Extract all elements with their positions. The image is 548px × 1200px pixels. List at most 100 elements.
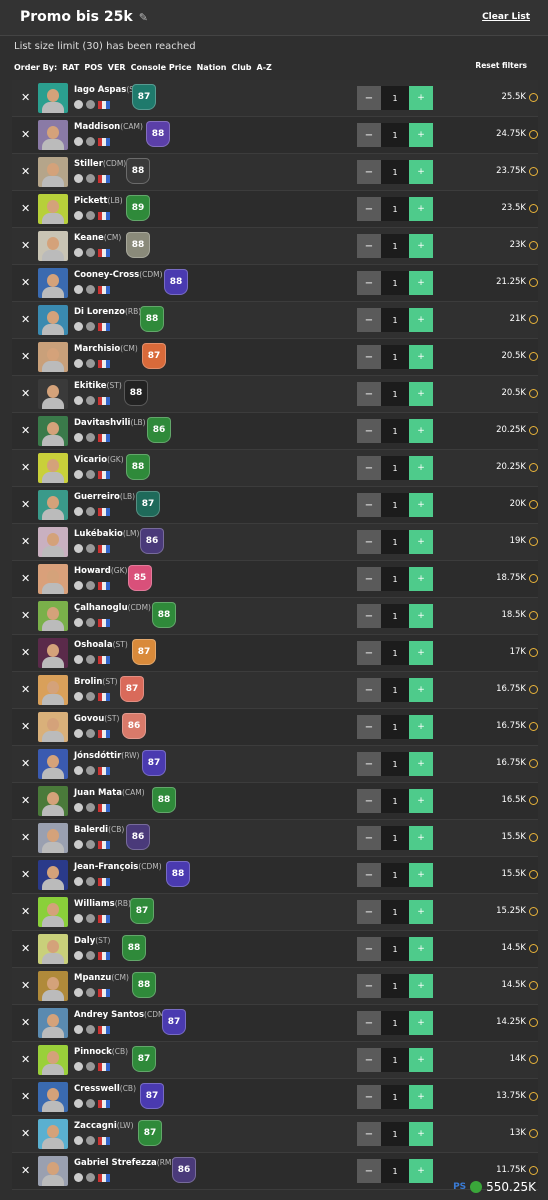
remove-icon[interactable]: ✕ [21, 313, 30, 326]
decrease-button[interactable]: − [357, 123, 381, 147]
increase-button[interactable]: + [409, 234, 433, 258]
player-card[interactable]: 88 [152, 787, 176, 813]
decrease-button[interactable]: − [357, 604, 381, 628]
decrease-button[interactable]: − [357, 863, 381, 887]
order-pos[interactable]: POS [84, 63, 102, 72]
increase-button[interactable]: + [409, 382, 433, 406]
player-card[interactable]: 87 [142, 343, 166, 369]
player-card[interactable]: 87 [162, 1009, 186, 1035]
order-az[interactable]: A-Z [257, 63, 272, 72]
order-rat[interactable]: RAT [62, 63, 79, 72]
remove-icon[interactable]: ✕ [21, 498, 30, 511]
remove-icon[interactable]: ✕ [21, 757, 30, 770]
decrease-button[interactable]: − [357, 308, 381, 332]
player-card[interactable]: 87 [142, 750, 166, 776]
player-card[interactable]: 86 [172, 1157, 196, 1183]
player-card[interactable]: 87 [132, 639, 156, 665]
decrease-button[interactable]: − [357, 382, 381, 406]
increase-button[interactable]: + [409, 271, 433, 295]
player-card[interactable]: 88 [146, 121, 170, 147]
remove-icon[interactable]: ✕ [21, 239, 30, 252]
remove-icon[interactable]: ✕ [21, 1090, 30, 1103]
remove-icon[interactable]: ✕ [21, 942, 30, 955]
decrease-button[interactable]: − [357, 641, 381, 665]
remove-icon[interactable]: ✕ [21, 979, 30, 992]
remove-icon[interactable]: ✕ [21, 276, 30, 289]
increase-button[interactable]: + [409, 197, 433, 221]
increase-button[interactable]: + [409, 826, 433, 850]
decrease-button[interactable]: − [357, 1122, 381, 1146]
increase-button[interactable]: + [409, 752, 433, 776]
remove-icon[interactable]: ✕ [21, 387, 30, 400]
player-card[interactable]: 88 [126, 454, 150, 480]
remove-icon[interactable]: ✕ [21, 572, 30, 585]
player-card[interactable]: 87 [132, 84, 156, 110]
increase-button[interactable]: + [409, 345, 433, 369]
decrease-button[interactable]: − [357, 345, 381, 369]
remove-icon[interactable]: ✕ [21, 165, 30, 178]
decrease-button[interactable]: − [357, 86, 381, 110]
remove-icon[interactable]: ✕ [21, 535, 30, 548]
player-card[interactable]: 88 [140, 306, 164, 332]
increase-button[interactable]: + [409, 456, 433, 480]
increase-button[interactable]: + [409, 1085, 433, 1109]
increase-button[interactable]: + [409, 493, 433, 517]
decrease-button[interactable]: − [357, 197, 381, 221]
increase-button[interactable]: + [409, 1122, 433, 1146]
player-card[interactable]: 86 [140, 528, 164, 554]
order-console-price[interactable]: Console Price [131, 63, 192, 72]
decrease-button[interactable]: − [357, 493, 381, 517]
player-card[interactable]: 87 [140, 1083, 164, 1109]
decrease-button[interactable]: − [357, 1011, 381, 1035]
decrease-button[interactable]: − [357, 937, 381, 961]
decrease-button[interactable]: − [357, 1048, 381, 1072]
remove-icon[interactable]: ✕ [21, 868, 30, 881]
player-card[interactable]: 86 [122, 713, 146, 739]
remove-icon[interactable]: ✕ [21, 128, 30, 141]
order-nation[interactable]: Nation [197, 63, 227, 72]
decrease-button[interactable]: − [357, 234, 381, 258]
remove-icon[interactable]: ✕ [21, 831, 30, 844]
remove-icon[interactable]: ✕ [21, 1053, 30, 1066]
decrease-button[interactable]: − [357, 1159, 381, 1183]
increase-button[interactable]: + [409, 937, 433, 961]
increase-button[interactable]: + [409, 974, 433, 998]
decrease-button[interactable]: − [357, 456, 381, 480]
remove-icon[interactable]: ✕ [21, 646, 30, 659]
remove-icon[interactable]: ✕ [21, 1016, 30, 1029]
player-card[interactable]: 87 [132, 1046, 156, 1072]
player-card[interactable]: 88 [152, 602, 176, 628]
decrease-button[interactable]: − [357, 974, 381, 998]
decrease-button[interactable]: − [357, 678, 381, 702]
clear-list-button[interactable]: Clear List [482, 12, 530, 22]
increase-button[interactable]: + [409, 863, 433, 887]
decrease-button[interactable]: − [357, 715, 381, 739]
player-card[interactable]: 85 [128, 565, 152, 591]
remove-icon[interactable]: ✕ [21, 1127, 30, 1140]
decrease-button[interactable]: − [357, 567, 381, 591]
increase-button[interactable]: + [409, 308, 433, 332]
decrease-button[interactable]: − [357, 826, 381, 850]
decrease-button[interactable]: − [357, 160, 381, 184]
player-card[interactable]: 88 [126, 232, 150, 258]
increase-button[interactable]: + [409, 1159, 433, 1183]
increase-button[interactable]: + [409, 789, 433, 813]
player-card[interactable]: 87 [120, 676, 144, 702]
increase-button[interactable]: + [409, 160, 433, 184]
decrease-button[interactable]: − [357, 752, 381, 776]
player-card[interactable]: 88 [166, 861, 190, 887]
player-card[interactable]: 86 [147, 417, 171, 443]
remove-icon[interactable]: ✕ [21, 461, 30, 474]
remove-icon[interactable]: ✕ [21, 794, 30, 807]
player-card[interactable]: 87 [136, 491, 160, 517]
decrease-button[interactable]: − [357, 271, 381, 295]
decrease-button[interactable]: − [357, 419, 381, 443]
increase-button[interactable]: + [409, 419, 433, 443]
remove-icon[interactable]: ✕ [21, 350, 30, 363]
remove-icon[interactable]: ✕ [21, 1164, 30, 1177]
remove-icon[interactable]: ✕ [21, 683, 30, 696]
player-card[interactable]: 87 [138, 1120, 162, 1146]
remove-icon[interactable]: ✕ [21, 202, 30, 215]
player-card[interactable]: 86 [126, 824, 150, 850]
increase-button[interactable]: + [409, 567, 433, 591]
